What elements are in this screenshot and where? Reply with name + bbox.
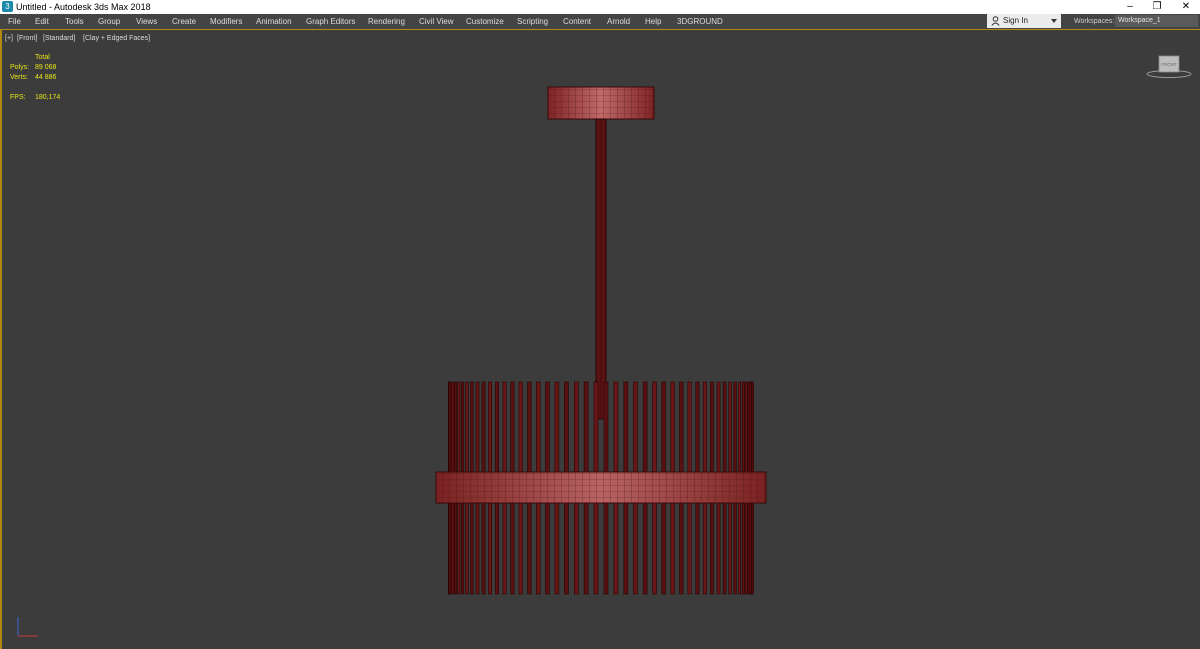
workspaces-label: Workspaces: (1074, 18, 1115, 25)
sign-in-dropdown[interactable]: Sign In (987, 14, 1061, 28)
menu-scripting[interactable]: Scripting (517, 14, 548, 29)
app-icon: 3 (2, 1, 13, 12)
restore-button[interactable]: ❐ (1143, 0, 1171, 14)
pendant-lamp-model[interactable] (2, 30, 1200, 649)
viewport-front[interactable]: [+] [Front] [Standard] [Clay + Edged Fac… (0, 30, 1200, 649)
menu-group[interactable]: Group (98, 14, 120, 29)
ceiling-canopy (547, 86, 655, 120)
menu-graph-editors[interactable]: Graph Editors (306, 14, 355, 29)
minimize-button[interactable]: – (1116, 0, 1144, 14)
sign-in-label: Sign In (1003, 16, 1028, 25)
chevron-down-icon (1051, 19, 1057, 23)
user-icon (991, 16, 1000, 26)
suspension-rod (595, 118, 607, 420)
close-button[interactable]: ✕ (1172, 0, 1200, 14)
menu-animation[interactable]: Animation (256, 14, 292, 29)
menu-customize[interactable]: Customize (466, 14, 504, 29)
menu-content[interactable]: Content (563, 14, 591, 29)
title-bar: 3 Untitled - Autodesk 3ds Max 2018 – ❐ ✕ (0, 0, 1200, 14)
menu-arnold[interactable]: Arnold (607, 14, 630, 29)
menu-tools[interactable]: Tools (65, 14, 84, 29)
menu-help[interactable]: Help (645, 14, 661, 29)
menu-rendering[interactable]: Rendering (368, 14, 405, 29)
window-title: Untitled - Autodesk 3ds Max 2018 (16, 2, 151, 12)
menu-edit[interactable]: Edit (35, 14, 49, 29)
menu-3dground[interactable]: 3DGROUND (677, 14, 723, 29)
workspace-select[interactable]: Workspace_1 (1115, 15, 1198, 27)
axis-tripod-icon (17, 617, 38, 637)
menu-file[interactable]: File (8, 14, 21, 29)
lamp-ring (435, 471, 767, 504)
menu-modifiers[interactable]: Modifiers (210, 14, 242, 29)
menu-create[interactable]: Create (172, 14, 196, 29)
menu-civil-view[interactable]: Civil View (419, 14, 454, 29)
menu-views[interactable]: Views (136, 14, 157, 29)
